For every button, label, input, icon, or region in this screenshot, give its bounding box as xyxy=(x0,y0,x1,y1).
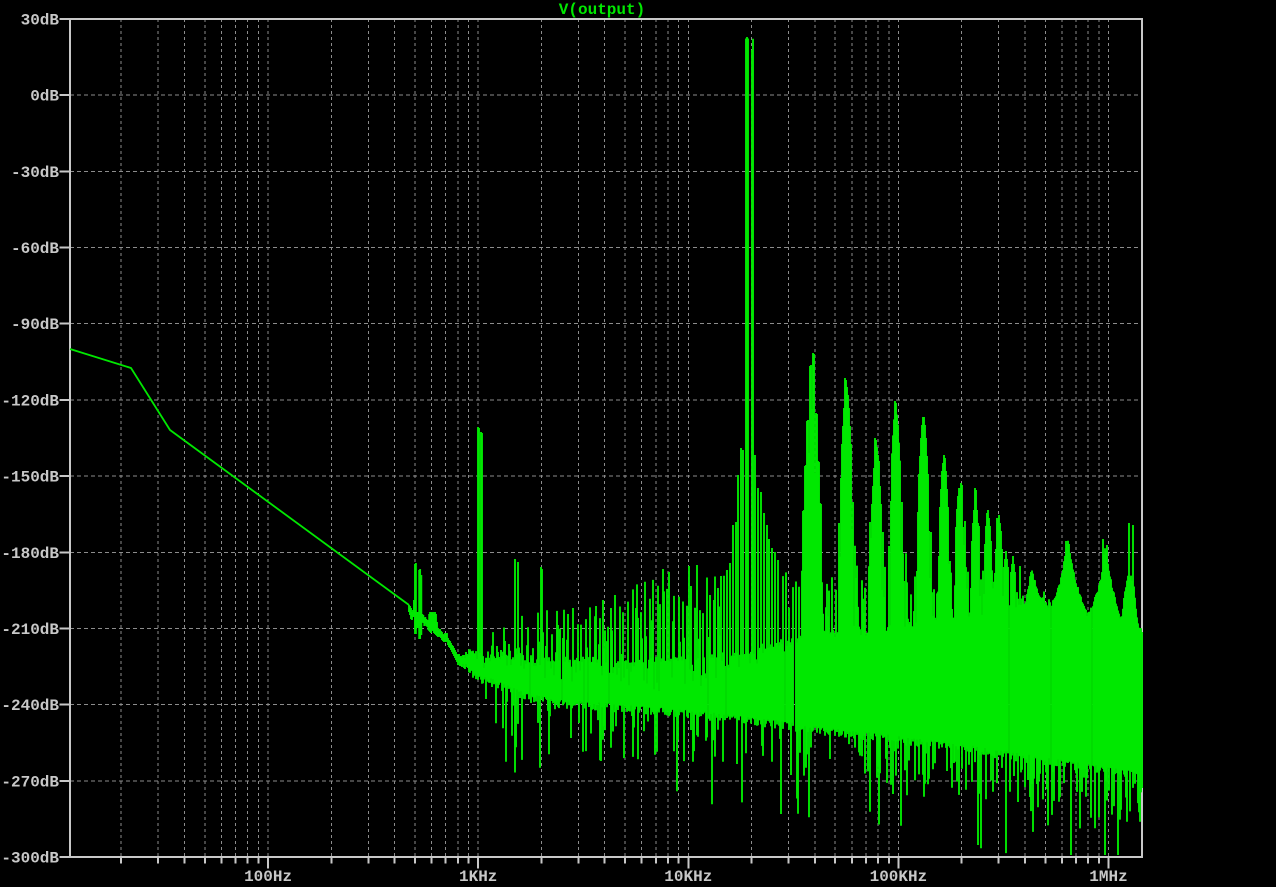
svg-text:30dB: 30dB xyxy=(21,12,60,30)
svg-text:-150dB: -150dB xyxy=(1,469,59,487)
svg-text:-270dB: -270dB xyxy=(1,773,59,791)
svg-text:-90dB: -90dB xyxy=(11,316,59,334)
svg-text:-300dB: -300dB xyxy=(1,850,59,868)
svg-text:1MHz: 1MHz xyxy=(1089,868,1127,886)
svg-text:1KHz: 1KHz xyxy=(459,868,497,886)
svg-text:-120dB: -120dB xyxy=(1,392,59,410)
svg-text:-210dB: -210dB xyxy=(1,621,59,639)
svg-text:0dB: 0dB xyxy=(30,88,59,106)
svg-text:10KHz: 10KHz xyxy=(664,868,712,886)
svg-text:-180dB: -180dB xyxy=(1,545,59,563)
svg-text:100Hz: 100Hz xyxy=(244,868,292,886)
svg-text:-60dB: -60dB xyxy=(11,240,59,258)
svg-text:-30dB: -30dB xyxy=(11,164,59,182)
svg-text:100KHz: 100KHz xyxy=(870,868,928,886)
svg-text:V(output): V(output) xyxy=(559,1,645,19)
svg-text:-240dB: -240dB xyxy=(1,697,59,715)
